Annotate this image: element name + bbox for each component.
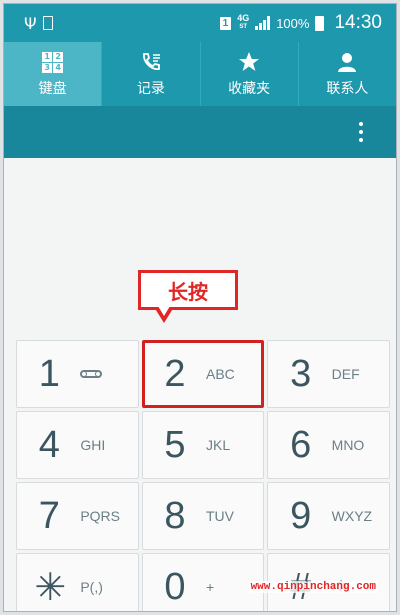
- key-digit: ✳: [34, 566, 67, 609]
- star-icon: [238, 50, 260, 74]
- key-letters: MNO: [331, 437, 365, 453]
- key-8[interactable]: 8 TUV: [141, 482, 265, 550]
- action-bar: [4, 106, 396, 158]
- key-digit: 3: [290, 352, 312, 395]
- key-5[interactable]: 5 JKL: [141, 411, 265, 479]
- keypad-icon-digit: 3: [42, 62, 53, 73]
- signal-icon: [255, 16, 271, 30]
- key-digit: 0: [164, 565, 186, 608]
- key-digit: 7: [38, 494, 60, 537]
- call-log-icon: [140, 50, 162, 74]
- key-star[interactable]: ✳ P(,): [16, 553, 139, 611]
- sd-card-icon: [42, 16, 53, 30]
- key-letters: PQRS: [80, 508, 121, 524]
- key-letters: +: [205, 579, 215, 595]
- key-digit: 9: [290, 494, 312, 537]
- key-digit: 8: [164, 494, 186, 537]
- phone-screen: Ψ 1 4G ST 100% 14:30 1 2 3 4 键盘 记录 收藏夹 联…: [3, 3, 397, 612]
- key-4[interactable]: 4 GHI: [16, 411, 139, 479]
- tab-label: 收藏夹: [228, 80, 271, 96]
- tab-contacts[interactable]: 联系人: [299, 42, 396, 106]
- tab-call-log[interactable]: 记录: [102, 42, 201, 106]
- battery-percent: 100%: [276, 15, 310, 31]
- key-letters: P(,): [80, 579, 103, 595]
- key-letters: ABC: [205, 366, 235, 382]
- key-letters: JKL: [205, 437, 231, 453]
- status-bar: Ψ 1 4G ST 100% 14:30: [4, 4, 396, 42]
- more-options-icon[interactable]: [346, 117, 376, 147]
- voicemail-icon: [80, 370, 120, 378]
- key-digit: 2: [164, 352, 186, 395]
- watermark-text: www.qinpinchang.com: [248, 581, 378, 593]
- key-7[interactable]: 7 PQRS: [16, 482, 139, 550]
- key-1[interactable]: 1: [16, 340, 139, 408]
- keypad-icon: 1 2 3 4: [42, 50, 64, 74]
- key-2[interactable]: 2 ABC: [141, 340, 265, 408]
- key-digit: 4: [38, 423, 60, 466]
- dial-keypad: 1 2 ABC 3 DEF 4 GHI 5 JKL 6 MNO 7 PQRS 8: [16, 340, 390, 611]
- long-press-callout: 长按: [138, 270, 238, 310]
- keypad-icon-digit: 4: [53, 62, 64, 73]
- key-3[interactable]: 3 DEF: [267, 340, 390, 408]
- keypad-icon-digit: 2: [53, 51, 64, 62]
- keypad-icon-digit: 1: [42, 51, 53, 62]
- key-digit: 1: [38, 352, 60, 395]
- key-digit: 5: [164, 423, 186, 466]
- key-digit: 6: [290, 423, 312, 466]
- network-sub: ST: [239, 24, 248, 30]
- tab-label: 键盘: [38, 80, 67, 96]
- tab-favorites[interactable]: 收藏夹: [201, 42, 299, 106]
- tab-label: 记录: [136, 80, 165, 96]
- network-indicator: 4G ST: [237, 14, 249, 32]
- key-letters: DEF: [331, 366, 360, 382]
- key-letters: GHI: [80, 437, 106, 453]
- key-0[interactable]: 0 +: [141, 553, 265, 611]
- key-letters: WXYZ: [331, 508, 373, 524]
- tab-keypad[interactable]: 1 2 3 4 键盘: [4, 42, 103, 106]
- key-9[interactable]: 9 WXYZ: [267, 482, 390, 550]
- key-6[interactable]: 6 MNO: [267, 411, 390, 479]
- usb-icon: Ψ: [24, 13, 37, 33]
- tab-label: 联系人: [326, 80, 369, 96]
- tab-bar: 1 2 3 4 键盘 记录 收藏夹 联系人: [4, 42, 396, 106]
- status-time: 14:30: [334, 12, 382, 33]
- person-icon: [336, 50, 358, 74]
- callout-pointer: [154, 306, 174, 323]
- key-letters: TUV: [205, 508, 234, 524]
- sim-slot-badge: 1: [219, 16, 232, 30]
- network-type: 4G: [237, 13, 250, 23]
- battery-icon: [315, 15, 325, 31]
